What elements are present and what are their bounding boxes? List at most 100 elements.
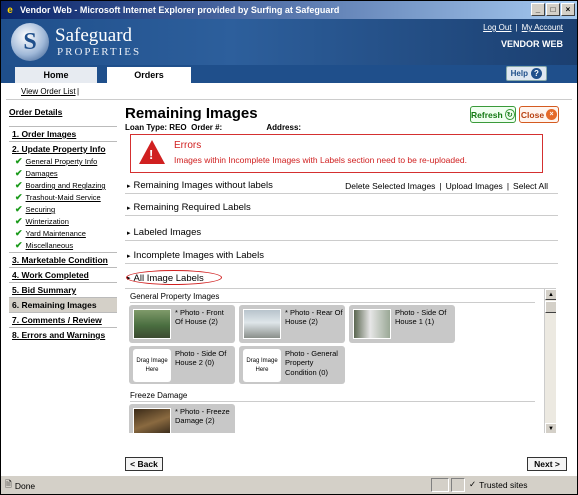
image-card[interactable]: * Photo - Rear Of House (2) <box>239 305 345 343</box>
section-incomplete-images[interactable]: ▸ Incomplete Images with Labels <box>125 248 558 264</box>
sidebar-item-label: 6. Remaining Images <box>12 300 97 310</box>
sidebar-sub-label: Yard Maintenance <box>25 229 86 238</box>
image-card[interactable]: Photo - Side Of House 1 (1) <box>349 305 455 343</box>
image-card[interactable]: * Photo - Front Of House (2) <box>129 305 235 343</box>
refresh-button[interactable]: Refresh ↻ <box>470 106 516 123</box>
close-window-button[interactable]: × <box>561 3 575 16</box>
logout-link[interactable]: Log Out <box>483 23 511 32</box>
check-icon: ✔ <box>15 156 23 166</box>
check-icon: ✔ <box>15 168 23 178</box>
help-label: Help <box>510 69 528 78</box>
refresh-icon: ↻ <box>504 109 515 120</box>
photo-thumbnail[interactable] <box>243 309 281 339</box>
sidebar-item-comments-review[interactable]: 7. Comments / Review <box>9 312 117 327</box>
check-icon: ✔ <box>15 180 23 190</box>
app-name: VENDOR WEB <box>500 39 563 49</box>
section-remaining-without-labels[interactable]: ▸ Remaining Images without labels Delete … <box>125 178 558 194</box>
next-button[interactable]: Next > <box>527 457 567 471</box>
loan-type: Loan Type: REO <box>125 123 187 132</box>
close-icon: × <box>546 109 558 120</box>
image-label: * Photo - Front Of House (2) <box>175 308 224 327</box>
view-order-list-link[interactable]: View Order List <box>21 87 76 96</box>
sidebar: Order Details 1. Order Images 2. Update … <box>9 107 117 342</box>
section-label: Incomplete Images with Labels <box>133 250 264 261</box>
sidebar-sub-securing[interactable]: ✔ Securing <box>9 204 117 216</box>
header-sep: | <box>515 23 518 32</box>
image-card[interactable]: Drag Image Here Photo - General Property… <box>239 346 345 384</box>
help-button[interactable]: Help? <box>505 66 547 81</box>
my-account-link[interactable]: My Account <box>522 23 563 32</box>
close-button[interactable]: Close × <box>519 106 559 123</box>
image-label: * Photo - Freeze Damage (2) <box>175 407 230 426</box>
minimize-button[interactable]: _ <box>531 3 545 16</box>
error-title: Errors <box>174 140 202 151</box>
photo-thumbnail[interactable] <box>133 309 171 339</box>
maximize-button[interactable]: □ <box>546 3 560 16</box>
sidebar-item-bid-summary[interactable]: 5. Bid Summary <box>9 282 117 297</box>
expand-arrow-icon: ▸ <box>127 204 131 212</box>
error-box: ! Errors Images within Incomplete Images… <box>130 134 543 173</box>
image-card[interactable]: * Photo - Freeze Damage (2) <box>129 404 235 433</box>
select-all-link[interactable]: Select All <box>513 181 548 191</box>
sidebar-sub-general-property-info[interactable]: ✔ General Property Info <box>9 156 117 168</box>
sidebar-sub-label: Winterization <box>25 217 69 226</box>
sidebar-sub-trashout[interactable]: ✔ Trashout-Maid Service <box>9 192 117 204</box>
drag-image-dropzone[interactable]: Drag Image Here <box>133 349 171 382</box>
sidebar-item-marketable-condition[interactable]: 3. Marketable Condition <box>9 252 117 267</box>
check-icon: ✔ <box>15 192 23 202</box>
sidebar-item-label: 7. Comments / Review <box>12 315 102 325</box>
tab-home[interactable]: Home <box>15 67 97 83</box>
back-button[interactable]: < Back <box>125 457 163 471</box>
scroll-up-icon[interactable]: ▲ <box>545 289 556 300</box>
check-icon: ✔ <box>15 240 23 250</box>
sidebar-item-label: 1. Order Images <box>12 129 77 139</box>
site-header: S Safeguard PROPERTIES Log Out | My Acco… <box>1 19 577 65</box>
brand-sub: PROPERTIES <box>57 46 142 58</box>
image-card[interactable]: Drag Image Here Photo - Side Of House 2 … <box>129 346 235 384</box>
sidebar-sub-misc[interactable]: ✔ Miscellaneous <box>9 240 117 252</box>
status-bar: 🗎 Done ✓ Trusted sites <box>1 475 577 494</box>
title-bar: e Vendor Web - Microsoft Internet Explor… <box>1 1 577 19</box>
sidebar-sub-label: Securing <box>25 205 56 214</box>
order-details-link[interactable]: Order Details <box>9 107 117 117</box>
sidebar-item-label: 4. Work Completed <box>12 270 89 280</box>
sidebar-item-work-completed[interactable]: 4. Work Completed <box>9 267 117 282</box>
sidebar-item-order-images[interactable]: 1. Order Images <box>9 126 117 141</box>
section-label: Remaining Images without labels <box>133 180 273 191</box>
sidebar-item-label: 8. Errors and Warnings <box>12 330 106 340</box>
drag-image-dropzone[interactable]: Drag Image Here <box>243 349 281 382</box>
status-text: Done <box>14 481 36 491</box>
sidebar-sub-winterization[interactable]: ✔ Winterization <box>9 216 117 228</box>
photo-thumbnail[interactable] <box>353 309 391 339</box>
delete-selected-link[interactable]: Delete Selected Images <box>345 181 435 191</box>
expand-arrow-icon: ▸ <box>127 229 131 237</box>
sidebar-sub-label: General Property Info <box>25 157 98 166</box>
order-number: Order #: <box>191 123 223 132</box>
sidebar-sub-boarding[interactable]: ✔ Boarding and Reglazing <box>9 180 117 192</box>
photo-thumbnail[interactable] <box>133 408 171 433</box>
section-remaining-required-labels[interactable]: ▸ Remaining Required Labels <box>125 200 558 216</box>
sidebar-sub-damages[interactable]: ✔ Damages <box>9 168 117 180</box>
image-label: Photo - Side Of House 1 (1) <box>395 308 447 327</box>
scroll-thumb[interactable] <box>545 301 556 313</box>
window-title: Vendor Web - Microsoft Internet Explorer… <box>20 5 340 15</box>
question-icon: ? <box>531 68 542 79</box>
tab-orders[interactable]: Orders <box>107 67 191 83</box>
sidebar-item-errors-warnings[interactable]: 8. Errors and Warnings <box>9 327 117 342</box>
sidebar-item-update-property-info[interactable]: 2. Update Property Info <box>9 141 117 156</box>
section-label: Labeled Images <box>133 227 202 238</box>
scroll-down-icon[interactable]: ▼ <box>545 423 556 433</box>
vertical-scrollbar[interactable]: ▲ ▼ <box>544 289 556 433</box>
section-labeled-images[interactable]: ▸ Labeled Images <box>125 225 558 241</box>
sidebar-item-label: 2. Update Property Info <box>12 144 106 154</box>
ie-icon: e <box>7 4 13 16</box>
sidebar-sub-yard[interactable]: ✔ Yard Maintenance <box>9 228 117 240</box>
check-icon: ✔ <box>15 204 23 214</box>
links-sep: | <box>439 180 442 191</box>
browser-window: e Vendor Web - Microsoft Internet Explor… <box>0 0 578 495</box>
image-label: Photo - Side Of House 2 (0) <box>175 349 227 368</box>
sidebar-sub-label: Miscellaneous <box>25 241 74 250</box>
upload-images-link[interactable]: Upload Images <box>446 181 503 191</box>
sidebar-item-remaining-images[interactable]: 6. Remaining Images <box>9 297 117 312</box>
sidebar-sub-label: Trashout-Maid Service <box>25 193 101 202</box>
